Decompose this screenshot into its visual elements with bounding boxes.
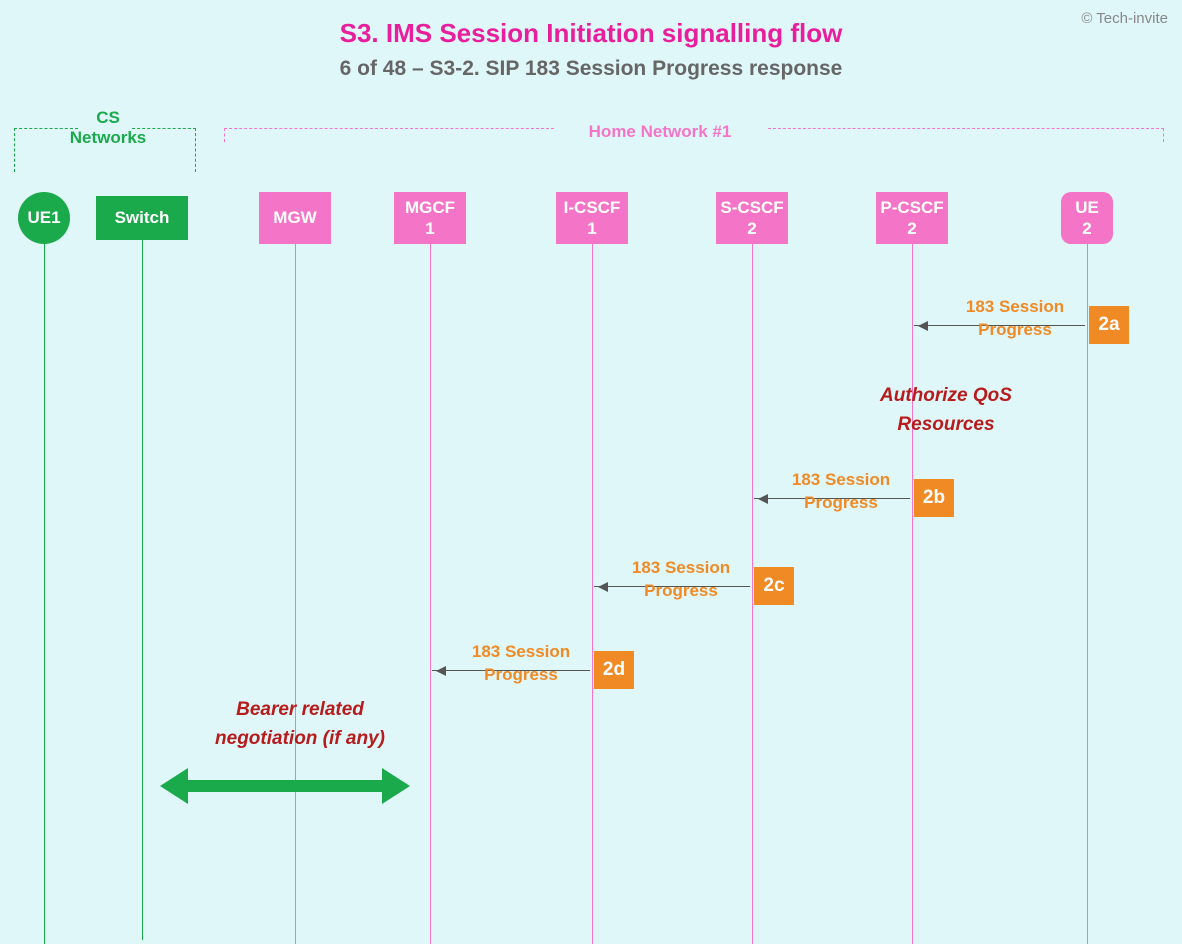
group-cs-bracket <box>14 128 78 172</box>
lifeline-icscf1 <box>592 244 593 944</box>
group-home-bracket-r <box>768 128 1164 142</box>
copyright-text: © Tech-invite <box>1081 10 1168 27</box>
diagram-subtitle: 6 of 48 – S3-2. SIP 183 Session Progress… <box>0 49 1182 81</box>
step-2c-box: 2c <box>754 567 794 605</box>
bearer-bidirectional-arrow <box>170 780 400 792</box>
step-2d-box: 2d <box>594 651 634 689</box>
lifeline-ue1 <box>44 244 45 944</box>
node-ue2: UE2 <box>1061 192 1113 244</box>
node-mgw: MGW <box>259 192 331 244</box>
note-bearer-negotiation: Bearer relatednegotiation (if any) <box>170 696 430 753</box>
lifeline-ue2 <box>1087 244 1088 944</box>
lifeline-mgw <box>295 244 296 944</box>
lifeline-pcscf2 <box>912 244 913 944</box>
group-home-bracket-l <box>224 128 554 142</box>
lifeline-mgcf1 <box>430 244 431 944</box>
group-cs-bracket-r <box>132 128 196 172</box>
group-home-network-label: Home Network #1 <box>550 122 770 142</box>
msg-2b-label: 183 SessionProgress <box>766 469 916 515</box>
node-mgcf1: MGCF1 <box>394 192 466 244</box>
node-switch: Switch <box>96 196 188 240</box>
lifeline-switch <box>142 240 143 940</box>
node-scscf2: S-CSCF2 <box>716 192 788 244</box>
step-2a-box: 2a <box>1089 306 1129 344</box>
diagram-title: S3. IMS Session Initiation signalling fl… <box>0 0 1182 49</box>
node-pcscf2: P-CSCF2 <box>876 192 948 244</box>
node-ue1: UE1 <box>18 192 70 244</box>
node-icscf1: I-CSCF1 <box>556 192 628 244</box>
diagram-canvas: CSNetworks Home Network #1 UE1 Switch MG… <box>0 100 1182 851</box>
msg-2d-label: 183 SessionProgress <box>446 641 596 687</box>
msg-2c-label: 183 SessionProgress <box>606 557 756 603</box>
msg-2a-label: 183 SessionProgress <box>940 296 1090 342</box>
step-2b-box: 2b <box>914 479 954 517</box>
note-authorize-qos: Authorize QoSResources <box>846 382 1046 439</box>
